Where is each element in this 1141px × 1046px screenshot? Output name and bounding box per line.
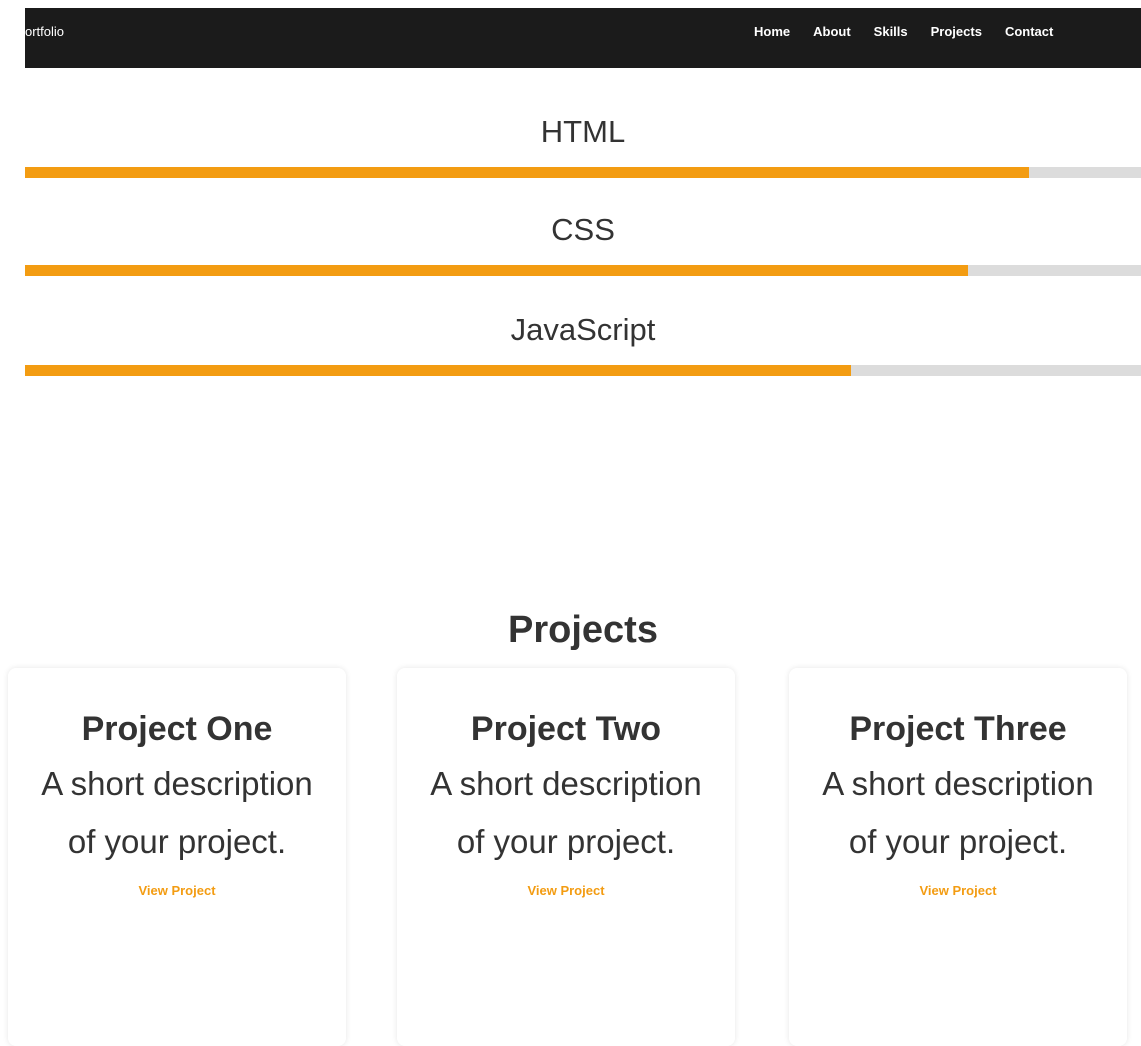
brand-logo[interactable]: ortfolio — [25, 8, 64, 68]
nav-link-home[interactable]: Home — [754, 8, 790, 56]
skill-bar-javascript — [25, 365, 1141, 376]
nav-link-about[interactable]: About — [813, 8, 851, 56]
view-project-link[interactable]: View Project — [919, 883, 996, 898]
projects-heading: Projects — [508, 609, 658, 651]
project-title: Project Two — [470, 710, 662, 748]
nav-link-skills[interactable]: Skills — [874, 8, 908, 56]
project-card-one: Project One A short description of your … — [8, 668, 346, 1046]
skill-fill-html — [25, 167, 1030, 178]
skill-label-html: HTML — [540, 114, 626, 149]
top-navbar: ortfolio Home About Skills Projects Cont… — [25, 8, 1141, 68]
project-card-two: Project Two A short description of your … — [397, 668, 735, 1046]
project-description: A short description of your project. — [41, 765, 313, 860]
nav-link-projects[interactable]: Projects — [931, 8, 982, 56]
view-project-link[interactable]: View Project — [138, 883, 215, 898]
project-description: A short description of your project. — [822, 765, 1094, 860]
project-card-three: Project Three A short description of you… — [789, 668, 1127, 1046]
skill-fill-javascript — [25, 365, 851, 376]
project-title: Project Three — [849, 710, 1067, 748]
skill-label-javascript: JavaScript — [510, 312, 656, 347]
nav-link-contact[interactable]: Contact — [1005, 8, 1053, 56]
skill-bar-css — [25, 265, 1141, 276]
skill-bar-html — [25, 167, 1141, 178]
skill-fill-css — [25, 265, 969, 276]
view-project-link[interactable]: View Project — [527, 883, 604, 898]
nav-links: Home About Skills Projects Contact — [754, 8, 1076, 68]
project-description: A short description of your project. — [430, 765, 702, 860]
project-title: Project One — [81, 710, 273, 748]
skill-label-css: CSS — [551, 212, 615, 247]
